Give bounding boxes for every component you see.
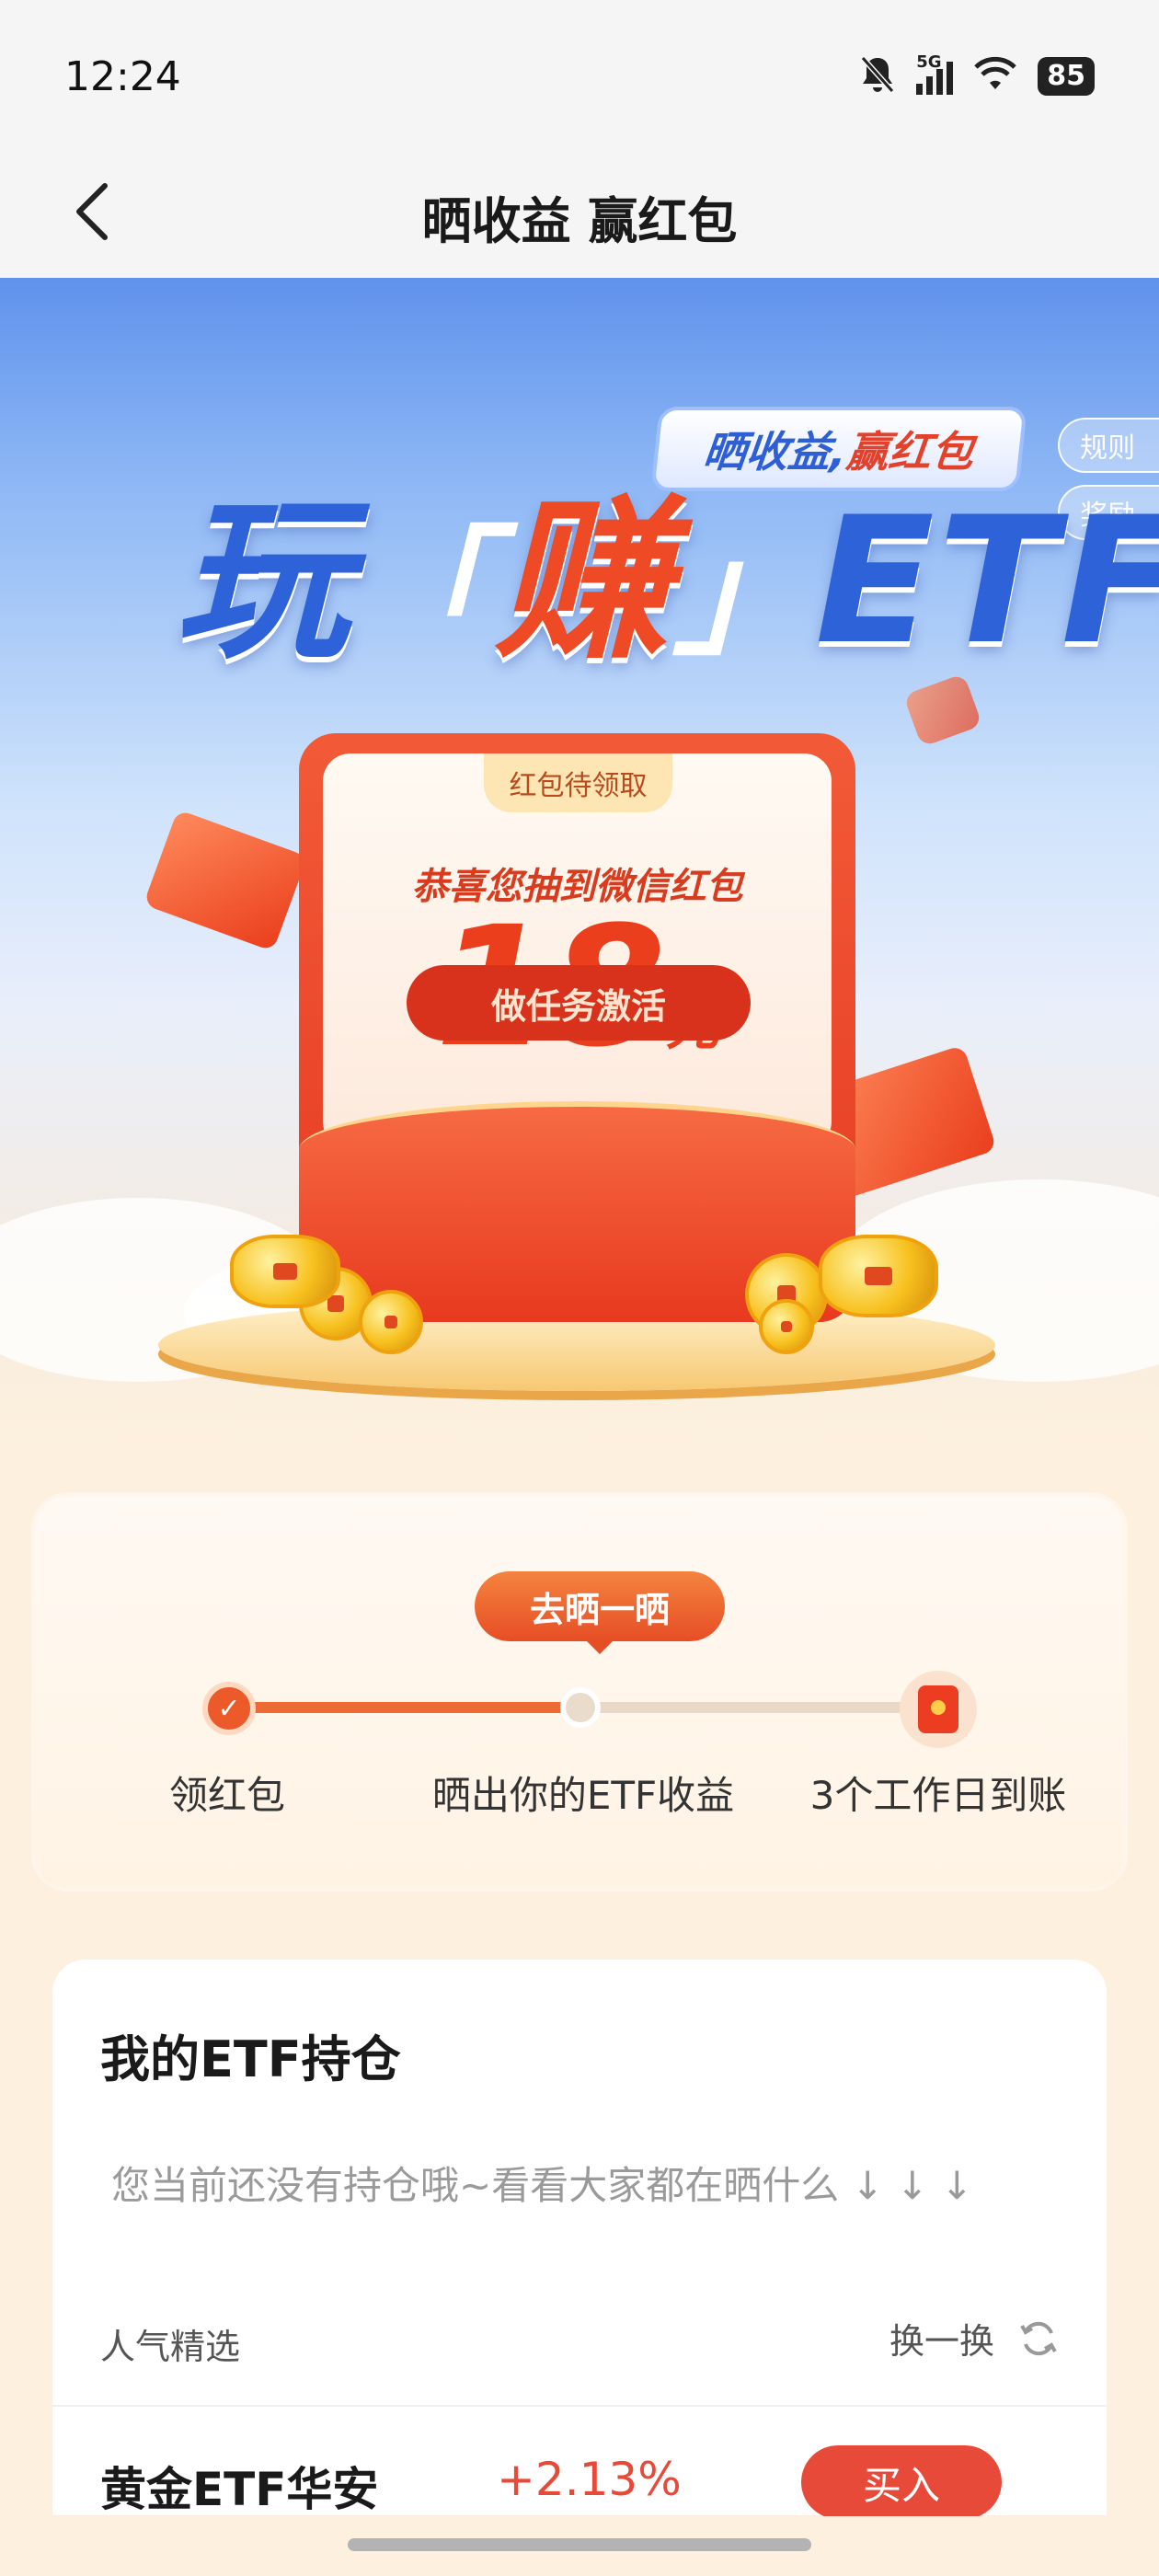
red-envelope-icon <box>900 1671 977 1748</box>
hero-title-part3: ETF <box>815 479 1159 683</box>
nav-bar: 晒收益 赢红包 <box>0 147 1159 278</box>
gold-coin-decoration <box>359 1290 423 1354</box>
steps-card: 去晒一晒 ✓ 领红包 晒出你的ETF收益 3个工作日到账 <box>31 1492 1128 1892</box>
wifi-icon <box>973 56 1017 97</box>
progress-track-pending <box>578 1702 936 1713</box>
status-time: 12:24 <box>64 53 181 100</box>
step-label-2: 晒出你的ETF收益 <box>431 1773 735 1818</box>
battery-icon: 85 <box>1038 57 1095 96</box>
step-label-1: 领红包 <box>168 1773 286 1818</box>
step-label-3: 3个工作日到账 <box>809 1773 1067 1818</box>
bracket-open: 「 <box>353 514 496 674</box>
activate-task-button[interactable]: 做任务激活 <box>407 965 751 1041</box>
home-indicator[interactable] <box>348 2538 811 2551</box>
flying-envelope-decoration <box>902 673 983 748</box>
refresh-label: 换一换 <box>889 2321 994 2362</box>
status-icons: 5G 85 <box>859 52 1095 99</box>
popular-picks-card: 人气精选 换一换 黄金ETF华安 +2.13% 买入 <box>52 2276 1107 2519</box>
hero-banner: 晒收益,赢红包 规则 奖励 玩「赚」ETF 红包待领取 恭喜您抽到微信红包 18… <box>0 278 1159 1446</box>
status-bar: 12:24 5G 85 <box>0 0 1159 147</box>
gold-coin-decoration <box>759 1299 814 1354</box>
hero-title: 玩「赚」ETF <box>175 489 1159 675</box>
buy-button[interactable]: 买入 <box>801 2445 1002 2519</box>
progress-track-done <box>228 1702 578 1713</box>
fund-change: +2.13% <box>497 2453 682 2506</box>
refresh-icon <box>1020 2321 1057 2355</box>
hero-title-part2: 赚 <box>495 479 674 683</box>
holdings-title: 我的ETF持仓 <box>100 2030 401 2088</box>
rules-label: 规则 <box>1080 432 1135 465</box>
campaign-tag-part2: 赢红包 <box>843 427 977 477</box>
envelope-letter: 红包待领取 恭喜您抽到微信红包 18元 <box>323 753 832 1149</box>
share-now-button[interactable]: 去晒一晒 <box>475 1571 725 1654</box>
bell-muted-icon <box>859 54 896 98</box>
campaign-tag-part1: 晒收益, <box>701 427 850 477</box>
signal-5g-icon: 5G <box>916 52 954 95</box>
gold-coin-decoration <box>819 1235 938 1317</box>
rules-button[interactable]: 规则 <box>1058 418 1159 473</box>
refresh-button[interactable]: 换一换 <box>889 2313 1061 2363</box>
bracket-close: 」 <box>673 514 816 674</box>
fund-name: 黄金ETF华安 <box>100 2463 379 2516</box>
page-title: 晒收益 赢红包 <box>421 192 738 250</box>
hero-title-part1: 玩 <box>175 479 354 683</box>
check-icon: ✓ <box>202 1682 256 1735</box>
gold-coin-decoration <box>230 1235 340 1308</box>
envelope-status-pill: 红包待领取 <box>484 753 672 812</box>
network-label: 5G <box>916 52 942 72</box>
divider <box>52 2405 1107 2407</box>
flying-envelope-decoration <box>143 809 308 952</box>
current-step-dot <box>560 1687 601 1728</box>
holdings-empty-text: 您当前还没有持仓哦~看看大家都在晒什么 ↓ ↓ ↓ <box>111 2163 973 2208</box>
popular-picks-label: 人气精选 <box>100 2327 241 2367</box>
